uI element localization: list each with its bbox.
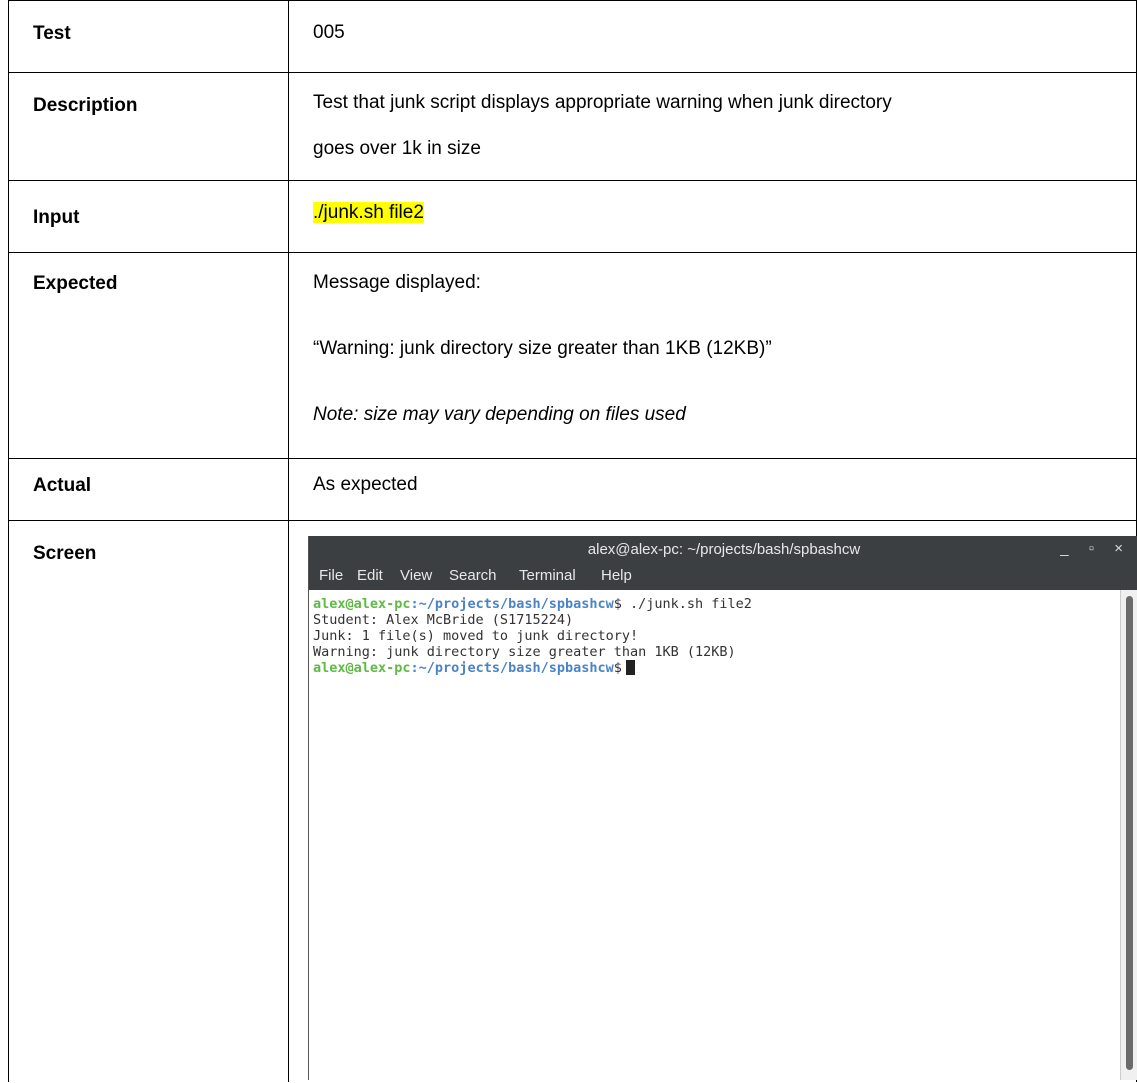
terminal-command: ./junk.sh file2 — [621, 596, 752, 612]
prompt-path: :~/projects/bash/spbashcw — [410, 660, 614, 676]
table-row-description: Description Test that junk script displa… — [8, 72, 1137, 181]
row-label: Expected — [33, 273, 118, 294]
table-row-actual: Actual As expected — [8, 458, 1137, 521]
terminal-output-line: Junk: 1 file(s) moved to junk directory! — [313, 628, 639, 644]
terminal-prompt-line: alex@alex-pc:~/projects/bash/spbashcw$ — [313, 660, 1121, 676]
row-label: Actual — [33, 475, 92, 496]
table-row-input: Input ./junk.sh file2 — [8, 180, 1137, 253]
prompt-sign: $ — [613, 596, 622, 612]
window-controls[interactable]: _ ▫ × — [1060, 540, 1131, 557]
table-row-test: Test 005 — [8, 0, 1137, 73]
terminal-menu-bar: File Edit View Search Terminal Help — [309, 564, 1137, 590]
prompt-path: :~/projects/bash/spbashcw — [410, 596, 614, 612]
table-row-expected: Expected Message displayed: “Warning: ju… — [8, 252, 1137, 459]
expected-note: Note: size may vary depending on files u… — [313, 404, 686, 425]
terminal-screenshot: alex@alex-pc: ~/projects/bash/spbashcw _… — [308, 536, 1137, 1080]
scrollbar-thumb[interactable] — [1126, 596, 1133, 1070]
terminal-title-bar: alex@alex-pc: ~/projects/bash/spbashcw _… — [309, 536, 1137, 564]
prompt-user: alex@alex-pc — [313, 660, 411, 676]
row-label: Input — [33, 207, 80, 228]
terminal-cursor — [625, 660, 635, 675]
menu-view[interactable]: View — [400, 567, 432, 584]
terminal-command-line: alex@alex-pc:~/projects/bash/spbashcw$ .… — [313, 596, 1121, 612]
menu-search[interactable]: Search — [449, 567, 497, 584]
row-label: Screen — [33, 543, 97, 564]
prompt-user: alex@alex-pc — [313, 596, 411, 612]
menu-help[interactable]: Help — [601, 567, 632, 584]
terminal-output-line: Warning: junk directory size greater tha… — [313, 644, 736, 660]
row-value: 005 — [313, 22, 345, 43]
prompt-sign: $ — [613, 660, 622, 676]
row-label: Description — [33, 95, 138, 116]
row-value: ./junk.sh file2 — [313, 195, 424, 231]
description-line-2: goes over 1k in size — [313, 138, 481, 159]
description-line-1: Test that junk script displays appropria… — [313, 92, 892, 113]
terminal-scrollbar[interactable] — [1120, 590, 1137, 1080]
terminal-output-line: Student: Alex McBride (S1715224) — [313, 612, 574, 628]
expected-line-2: “Warning: junk directory size greater th… — [313, 338, 772, 359]
terminal-title: alex@alex-pc: ~/projects/bash/spbashcw — [587, 541, 861, 558]
row-label: Test — [33, 23, 71, 44]
row-value: As expected — [313, 474, 418, 495]
menu-edit[interactable]: Edit — [357, 567, 383, 584]
menu-file[interactable]: File — [319, 567, 343, 584]
expected-line-1: Message displayed: — [313, 272, 481, 293]
menu-terminal[interactable]: Terminal — [519, 567, 576, 584]
terminal-output[interactable]: alex@alex-pc:~/projects/bash/spbashcw$ .… — [309, 590, 1121, 1080]
test-case-table: Test 005 Description Test that junk scri… — [8, 0, 1137, 1082]
highlighted-command: ./junk.sh file2 — [313, 202, 424, 223]
